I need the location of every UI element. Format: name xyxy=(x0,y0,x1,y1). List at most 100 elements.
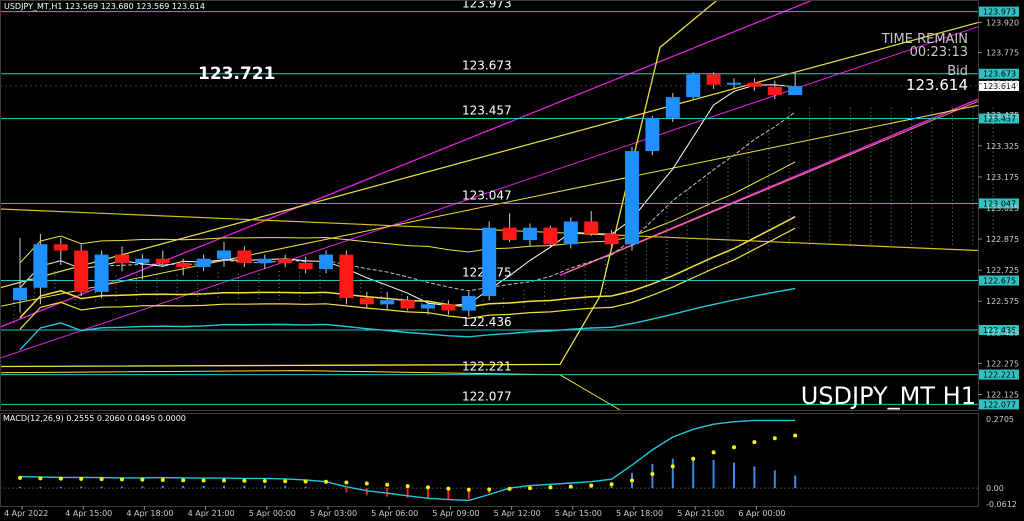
bull-candle xyxy=(686,74,701,98)
bear-candle xyxy=(441,304,456,311)
macd-signal-dot xyxy=(201,478,206,483)
macd-signal-dot xyxy=(793,433,798,438)
y-tick-label: 122.275 xyxy=(986,359,1019,368)
y-tick-label: 123.920 xyxy=(986,19,1019,28)
level-label: 123.973 xyxy=(462,0,512,11)
bull-candle xyxy=(217,250,231,259)
bear-candle xyxy=(706,74,721,85)
bull-candle xyxy=(94,254,109,292)
level-label: 122.221 xyxy=(462,360,512,374)
macd-signal-dot xyxy=(466,487,471,492)
level-tag: 122.675 xyxy=(983,277,1016,286)
macd-signal-dot xyxy=(344,480,349,485)
macd-signal-dot xyxy=(58,476,63,481)
macd-signal-dot xyxy=(405,484,410,489)
y-tick-label: 122.575 xyxy=(986,297,1019,306)
x-tick-label: 4 Apr 2022 xyxy=(4,509,48,518)
macd-y-tick-label: 0.00 xyxy=(986,484,1004,493)
bull-candle xyxy=(727,82,741,85)
bid-value: 123.614 xyxy=(906,76,968,94)
macd-signal-dot xyxy=(507,486,512,491)
macd-signal-dot xyxy=(732,445,736,450)
bull-candle xyxy=(625,151,639,245)
bull-candle xyxy=(563,221,578,245)
macd-y-tick-label: -0.0612 xyxy=(986,500,1017,509)
price-chart: 123.973 123.973 123.673 123.673 123.457 123.4… xyxy=(0,0,1019,518)
x-tick-label: 5 Apr 18:00 xyxy=(616,509,663,518)
bear-candle xyxy=(584,221,599,234)
x-tick-label: 5 Apr 21:00 xyxy=(677,509,724,518)
bull-candle xyxy=(421,304,435,309)
bear-candle xyxy=(359,298,374,305)
big-price: 123.721 xyxy=(198,64,275,84)
level-tag: 123.673 xyxy=(983,70,1016,79)
bull-candle xyxy=(135,258,150,263)
macd-signal-dot xyxy=(772,436,777,441)
macd-y-tick-label: 0.2705 xyxy=(986,415,1014,424)
macd-signal-dot xyxy=(548,485,553,490)
macd-signal-dot xyxy=(79,476,84,481)
macd-signal-dot xyxy=(364,481,369,486)
macd-signal-dot xyxy=(160,477,165,482)
y-tick-label: 123.775 xyxy=(986,49,1019,58)
bear-candle xyxy=(543,227,558,245)
macd-signal-dot xyxy=(670,464,675,469)
x-tick-label: 5 Apr 15:00 xyxy=(555,509,602,518)
bull-candle xyxy=(788,85,803,96)
x-tick-label: 5 Apr 12:00 xyxy=(494,509,541,518)
bull-candle xyxy=(645,117,660,152)
level-label: 123.457 xyxy=(462,103,512,117)
bull-candle xyxy=(33,244,48,288)
time-remain-value: 00:23:13 xyxy=(910,45,968,60)
macd-signal-dot xyxy=(303,479,308,484)
macd-signal-dot xyxy=(99,477,104,482)
bull-candle xyxy=(13,287,27,301)
bull-candle xyxy=(482,227,497,297)
x-tick-label: 5 Apr 09:00 xyxy=(432,509,479,518)
macd-signal-dot xyxy=(711,450,716,455)
symbol-info: USDJPY_MT,H1 123.569 123.680 123.569 123… xyxy=(4,2,205,11)
bear-candle xyxy=(176,262,191,268)
macd-signal-dot xyxy=(181,478,186,483)
y-tick-label: 122.875 xyxy=(986,235,1019,244)
x-tick-label: 4 Apr 21:00 xyxy=(188,509,235,518)
spike-line xyxy=(0,0,719,368)
bull-candle xyxy=(196,258,211,268)
macd-signal-dot xyxy=(446,486,451,491)
macd-signal-dot xyxy=(283,479,288,484)
bull-candle xyxy=(461,296,476,311)
level-tag: 123.973 xyxy=(983,8,1016,17)
axes: 123.920 123.775 123.625 123.475 123.325 123.1… xyxy=(0,0,1019,518)
bull-candle xyxy=(380,300,395,305)
bear-candle xyxy=(115,254,129,263)
bear-candle xyxy=(155,258,170,263)
macd-signal-dot xyxy=(140,477,145,482)
macd-title: MACD(12,26,9) 0.2555 0.2060 0.0495 0.000… xyxy=(3,414,186,423)
bear-candle xyxy=(400,300,415,309)
y-tick-label: 122.425 xyxy=(986,328,1019,337)
x-tick-label: 5 Apr 00:00 xyxy=(249,509,296,518)
bull-candle xyxy=(523,227,537,241)
bear-candle xyxy=(604,233,619,245)
x-tick-label: 6 Apr 00:00 xyxy=(738,509,785,518)
y-tick-label: 122.125 xyxy=(986,390,1019,399)
bear-candle xyxy=(74,250,89,292)
horizontal-levels: 123.973 123.973 123.673 123.673 123.457 123.4… xyxy=(0,0,1019,410)
macd-signal-dot xyxy=(426,485,430,490)
macd-panel xyxy=(0,419,978,502)
level-label: 123.047 xyxy=(462,188,512,202)
macd-signal-dot xyxy=(38,476,43,481)
bull-candle xyxy=(665,97,680,118)
bear-candle xyxy=(339,254,354,299)
bear-candle xyxy=(237,250,252,263)
macd-signal-dot xyxy=(324,479,328,484)
macd-signal-dot xyxy=(752,440,757,445)
macd-signal-dot xyxy=(120,477,124,482)
macd-signal-dot xyxy=(568,484,573,489)
level-label: 122.436 xyxy=(462,315,512,329)
y-tick-label: 123.475 xyxy=(986,111,1019,120)
y-tick-label: 122.725 xyxy=(986,266,1019,275)
x-tick-label: 5 Apr 03:00 xyxy=(310,509,357,518)
bear-candle xyxy=(767,86,782,96)
y-tick-label: 123.025 xyxy=(986,204,1019,213)
